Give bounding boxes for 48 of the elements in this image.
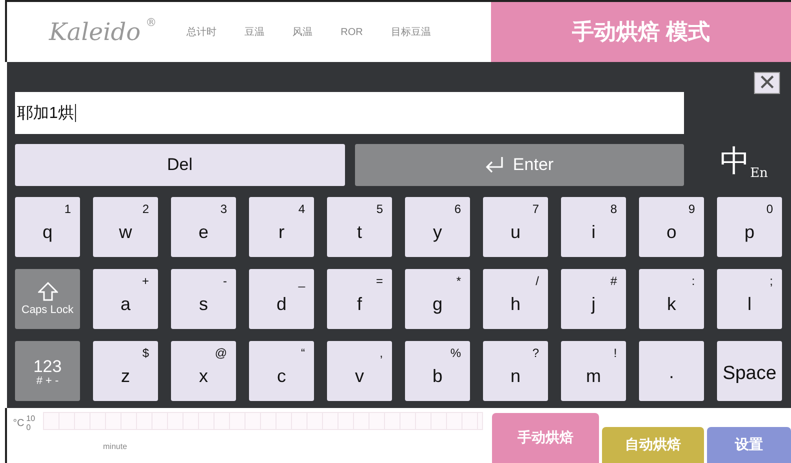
- key[interactable]: 6 y: [405, 197, 470, 257]
- mode-title: 手动烘焙 模式: [491, 2, 791, 62]
- logo: Kaleido: [49, 17, 142, 47]
- key[interactable]: _ d: [249, 269, 314, 329]
- key[interactable]: 4 r: [249, 197, 314, 257]
- key[interactable]: ·: [639, 341, 704, 401]
- caps-lock-key[interactable]: Caps Lock: [15, 269, 80, 329]
- stat-label: 总计时: [186, 26, 217, 39]
- input-field[interactable]: 耶加1烘: [15, 92, 684, 134]
- key[interactable]: : k: [639, 269, 704, 329]
- key[interactable]: “ c: [249, 341, 314, 401]
- key[interactable]: 5 t: [327, 197, 392, 257]
- key[interactable]: 7 u: [483, 197, 548, 257]
- key[interactable]: / h: [483, 269, 548, 329]
- stat-label: 风温: [292, 26, 313, 39]
- axis-label: minute: [103, 442, 128, 453]
- key[interactable]: , v: [327, 341, 392, 401]
- key[interactable]: 2 w: [93, 197, 158, 257]
- symbols-key[interactable]: 123 # + -: [15, 341, 80, 401]
- key[interactable]: # j: [561, 269, 626, 329]
- up-arrow-icon: [38, 282, 58, 302]
- axis-tick: 0: [26, 423, 32, 432]
- key[interactable]: 9 o: [639, 197, 704, 257]
- key[interactable]: - s: [171, 269, 236, 329]
- return-icon: [484, 156, 505, 174]
- registered-mark: ®: [146, 17, 157, 29]
- key[interactable]: 0 p: [717, 197, 782, 257]
- key[interactable]: ? n: [483, 341, 548, 401]
- unit-label: °C: [13, 418, 24, 428]
- key[interactable]: $ z: [93, 341, 158, 401]
- key[interactable]: ! m: [561, 341, 626, 401]
- key[interactable]: 1 q: [15, 197, 80, 257]
- key[interactable]: * g: [405, 269, 470, 329]
- key[interactable]: + a: [93, 269, 158, 329]
- key[interactable]: ; l: [717, 269, 782, 329]
- close-button[interactable]: ✕: [754, 72, 780, 94]
- enter-button[interactable]: Enter: [354, 144, 684, 186]
- delete-button[interactable]: Del: [15, 144, 344, 186]
- stat-label: ROR: [340, 26, 363, 38]
- key[interactable]: 8 i: [561, 197, 626, 257]
- space-key[interactable]: Space: [717, 341, 782, 401]
- key[interactable]: % b: [405, 341, 470, 401]
- axis-tick: 10: [26, 414, 36, 423]
- key[interactable]: @ x: [171, 341, 236, 401]
- stat-label: 豆温: [244, 26, 265, 39]
- stat-label: 目标豆温: [390, 26, 431, 39]
- key[interactable]: 3 e: [171, 197, 236, 257]
- key[interactable]: = f: [327, 269, 392, 329]
